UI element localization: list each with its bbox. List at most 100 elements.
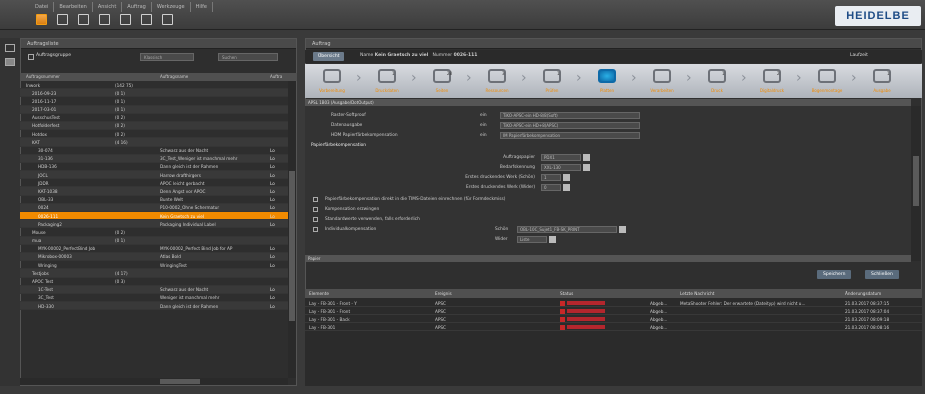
job-tree-row[interactable]: JOCL Harrow drafthirgers Lo xyxy=(20,171,288,180)
defaults-checkbox[interactable] xyxy=(313,217,318,222)
job-tree-row[interactable]: AusschusTest (0 2) xyxy=(20,114,288,122)
job-tree-row[interactable]: 3C_Test Weniger ist manchmal mehr Lo xyxy=(20,294,288,303)
properties-scrollbar[interactable] xyxy=(911,106,921,261)
folder-icon[interactable] xyxy=(99,14,110,25)
job-tree-row[interactable]: mua (0 1) xyxy=(20,236,288,245)
job-tree-row[interactable]: Hotdox (0 2) xyxy=(20,130,288,139)
copy-icon[interactable] xyxy=(78,14,89,25)
message-table: Elemente Ereignis Status Letzte Nachrich… xyxy=(305,289,922,386)
job-id: Packaging2 xyxy=(38,221,62,227)
export-icon[interactable] xyxy=(120,14,131,25)
table-row[interactable]: Lay - FB-301 - Back APSC Abgeb... 21.03.201… xyxy=(305,315,922,323)
workflow-step[interactable]: 2 Digitaldruck xyxy=(751,67,793,95)
row-element: Lay - FB-301 - Back xyxy=(309,316,350,322)
overview-tab[interactable]: Übersicht xyxy=(313,52,345,61)
menu-tools[interactable]: Werkzeuge xyxy=(152,2,191,12)
job-id: 1C-Test xyxy=(38,287,53,293)
compensation-checkbox[interactable] xyxy=(313,197,318,202)
job-tree-row[interactable]: APOC Test (0 3) xyxy=(20,278,288,286)
table-row[interactable]: Lay - FB-301 - Front - Y APSC Abgeb... Meta… xyxy=(305,299,922,307)
job-id: JOCL xyxy=(38,172,48,178)
table-row[interactable]: Lay - FB-301 - Front APSC Abgeb... 21.03.20… xyxy=(305,307,922,315)
filter-dropdown[interactable]: Klassisch xyxy=(140,53,194,61)
job-id: 0026-111 xyxy=(38,213,59,219)
paper-section[interactable]: Papier xyxy=(305,255,911,262)
job-tree-row[interactable]: 30-074 Schwarz aus der Nacht Lo xyxy=(20,147,288,155)
dropdown-icon[interactable] xyxy=(563,174,570,181)
step-label: Verarbeiten xyxy=(650,88,674,93)
menu-help[interactable]: Hilfe xyxy=(191,2,213,12)
run-button[interactable]: Laufzeit xyxy=(850,52,868,60)
check-row: Kompensation erzwingen xyxy=(305,204,911,214)
table-row[interactable]: Lay - FB-301 APSC Abgeb... 21.03.2017 08:08… xyxy=(305,323,922,331)
force-checkbox[interactable] xyxy=(313,207,318,212)
menu-view[interactable]: Ansicht xyxy=(93,2,123,12)
job-list-hscrollbar[interactable] xyxy=(20,378,288,385)
col-job-status[interactable]: Auftra xyxy=(270,74,282,79)
job-title: MYK-00002_Perfect Bind Job for AP xyxy=(160,246,233,252)
dropdown-icon[interactable] xyxy=(619,226,626,233)
job-tree-row[interactable]: OBL-33 Bunte Welt Lo xyxy=(20,196,288,204)
save-button[interactable]: Speichern xyxy=(817,270,852,279)
workflow-step[interactable]: 1 Prüfen xyxy=(531,67,573,95)
status-error-icon xyxy=(560,308,565,314)
workflow-step[interactable]: Verarbeiten xyxy=(641,67,683,95)
job-id: AusschusTest xyxy=(32,115,60,121)
job-tree-row[interactable]: HD-330 Dann gleich ist der Rahmen Lo xyxy=(20,302,288,311)
workflow-step[interactable]: 1 Ausgabe xyxy=(861,67,903,95)
job-tree-row[interactable]: KAT-1038 Denn Angst vor APOC Lo xyxy=(20,187,288,196)
col-job-number[interactable]: Auftragsnummer xyxy=(26,74,60,79)
step-count: 1 xyxy=(557,71,560,76)
job-tree-row[interactable]: HDB-136 Dann gleich ist der Rahmen Lo xyxy=(20,163,288,172)
col-job-name[interactable]: Auftragsname xyxy=(160,74,188,79)
close-button[interactable]: Schließen xyxy=(865,270,899,279)
print-icon[interactable] xyxy=(57,14,68,25)
dropdown-icon[interactable] xyxy=(583,164,590,171)
job-tree-row[interactable]: Hotfolderfest (0 2) xyxy=(20,121,288,131)
job-list-scrollbar[interactable] xyxy=(288,81,296,378)
step-icon xyxy=(323,69,341,83)
job-tree-row[interactable]: 31-136 3C_Test_Weniger ist manchmal mehr L… xyxy=(20,154,288,163)
dropdown-icon[interactable] xyxy=(563,184,570,191)
grid-icon[interactable] xyxy=(141,14,152,25)
job-title: WringingTest xyxy=(160,262,187,268)
job-tree-row[interactable]: 2017-03-01 (0 1) xyxy=(20,105,288,114)
job-status: Lo xyxy=(270,172,275,178)
job-tree-row[interactable]: 2016-11-17 (0 1) xyxy=(20,97,288,106)
job-id: Inwork xyxy=(26,82,41,88)
job-tree-row[interactable]: Mouse (0 2) xyxy=(20,228,288,237)
workflow-step[interactable]: Vorbereitung xyxy=(311,67,353,95)
job-tree-row[interactable]: JDDR APOC leicht gerbacht Lo xyxy=(20,179,288,188)
job-tree-row[interactable]: KAT (4 16) xyxy=(20,138,288,147)
job-tree-row[interactable]: Packaging2 Packaging Individual Label Lo xyxy=(20,220,288,229)
sidebar-list-icon[interactable] xyxy=(5,58,15,66)
individual-checkbox[interactable] xyxy=(313,227,318,232)
job-tree-row[interactable]: Testjobs (4 17) xyxy=(20,269,288,278)
job-tree-row[interactable]: Inwork (142 75) xyxy=(20,81,288,90)
job-tree-row[interactable]: Wringing WringingTest Lo xyxy=(20,261,288,270)
workflow-step[interactable]: Platten xyxy=(586,67,628,95)
job-tree-row[interactable]: Mikrobox-00003 Atlas Bold Lo xyxy=(20,252,288,262)
job-tree-row[interactable]: MYK-00002_PerfectBind Job MYK-00002_Perfe… xyxy=(20,245,288,253)
job-status: Lo xyxy=(270,180,275,186)
window-icon[interactable] xyxy=(162,14,173,25)
workflow-step[interactable]: Bogenmontage xyxy=(806,67,848,95)
dropdown-icon[interactable] xyxy=(549,236,556,243)
menu-file[interactable]: Datei xyxy=(30,2,55,12)
search-input[interactable]: Suchen xyxy=(218,53,278,61)
workflow-step[interactable]: 1 Druckdaten xyxy=(366,67,408,95)
menu-edit[interactable]: Bearbeiten xyxy=(54,2,93,12)
jobs-icon[interactable] xyxy=(36,14,47,25)
workflow-step[interactable]: 1 Druck xyxy=(696,67,738,95)
job-tree-row[interactable]: 0024 P10-0002_Ohne Schermatur Lo xyxy=(20,203,288,212)
workflow-step[interactable]: 28 Seiten xyxy=(421,67,463,95)
job-tree-row[interactable]: 0026-111 Kein Graetsch zu viel Lo xyxy=(20,212,288,221)
job-tree-row[interactable]: 2016-09-23 (0 1) xyxy=(20,89,288,98)
sidebar-jobs-icon[interactable] xyxy=(5,44,15,52)
section-title: APSL 1B03 (Ausgabe/DotOutput) xyxy=(305,99,911,106)
job-tree-row[interactable]: 1C-Test Schwarz aus der Nacht Lo xyxy=(20,285,288,294)
menu-job[interactable]: Auftrag xyxy=(122,2,152,12)
dropdown-icon[interactable] xyxy=(583,154,590,161)
group-checkbox[interactable] xyxy=(28,54,34,60)
workflow-step[interactable]: 3 Ressourcen xyxy=(476,67,518,95)
